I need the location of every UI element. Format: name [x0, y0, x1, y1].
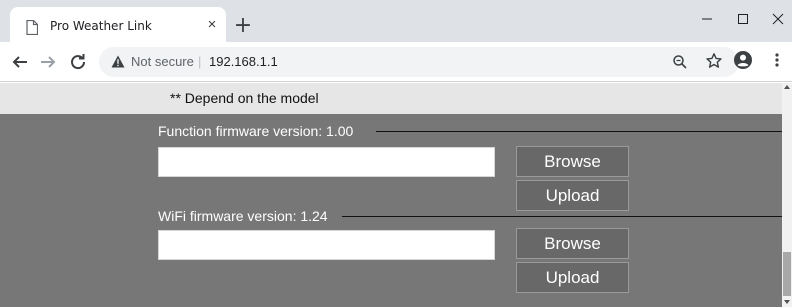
- minimize-icon[interactable]: [690, 6, 724, 32]
- wifi-firmware-browse-button[interactable]: Browse: [516, 228, 629, 259]
- url-separator: |: [198, 54, 202, 69]
- vertical-scrollbar[interactable]: [782, 83, 792, 307]
- page-viewport: ** Depend on the model Function firmware…: [0, 83, 782, 307]
- url-text[interactable]: 192.168.1.1: [209, 54, 278, 69]
- security-label[interactable]: Not secure: [131, 54, 194, 69]
- tab-strip: Pro Weather Link × +: [0, 0, 792, 42]
- back-arrow-icon[interactable]: [8, 50, 32, 74]
- tab-title: Pro Weather Link: [50, 19, 152, 33]
- note-strip: ** Depend on the model: [0, 83, 782, 114]
- forward-arrow-icon[interactable]: [36, 50, 60, 74]
- callout-line: [376, 131, 782, 132]
- wifi-firmware-file-input[interactable]: [158, 230, 495, 260]
- model-note: ** Depend on the model: [170, 90, 319, 106]
- reload-icon[interactable]: [66, 50, 90, 74]
- function-firmware-label: Function firmware version: 1.00: [158, 123, 354, 139]
- browser-toolbar: Not secure | 192.168.1.1: [0, 42, 792, 82]
- wifi-firmware-label: WiFi firmware version: 1.24: [158, 208, 328, 224]
- account-icon[interactable]: [733, 50, 753, 70]
- callout-line: [342, 216, 782, 217]
- scroll-up-arrow-icon[interactable]: [784, 85, 790, 89]
- warning-icon[interactable]: [111, 55, 125, 68]
- function-firmware-browse-button[interactable]: Browse: [516, 146, 629, 177]
- firmware-panel: Function firmware version: 1.00 Browse U…: [0, 114, 782, 307]
- function-firmware-upload-button[interactable]: Upload: [516, 180, 629, 211]
- zoom-icon[interactable]: [672, 54, 688, 70]
- scrollbar-thumb[interactable]: [783, 252, 791, 296]
- address-bar[interactable]: Not secure | 192.168.1.1: [99, 47, 739, 77]
- menu-icon[interactable]: [770, 52, 784, 68]
- plus-icon[interactable]: +: [232, 15, 254, 38]
- page-icon: [26, 20, 38, 35]
- star-icon[interactable]: [705, 52, 723, 70]
- browser-tab[interactable]: Pro Weather Link ×: [10, 7, 226, 42]
- close-window-icon[interactable]: [761, 6, 792, 32]
- function-firmware-file-input[interactable]: [158, 147, 495, 177]
- wifi-firmware-upload-button[interactable]: Upload: [516, 262, 629, 293]
- close-icon[interactable]: ×: [204, 17, 220, 33]
- scroll-down-arrow-icon[interactable]: [784, 300, 790, 304]
- maximize-icon[interactable]: [726, 6, 760, 32]
